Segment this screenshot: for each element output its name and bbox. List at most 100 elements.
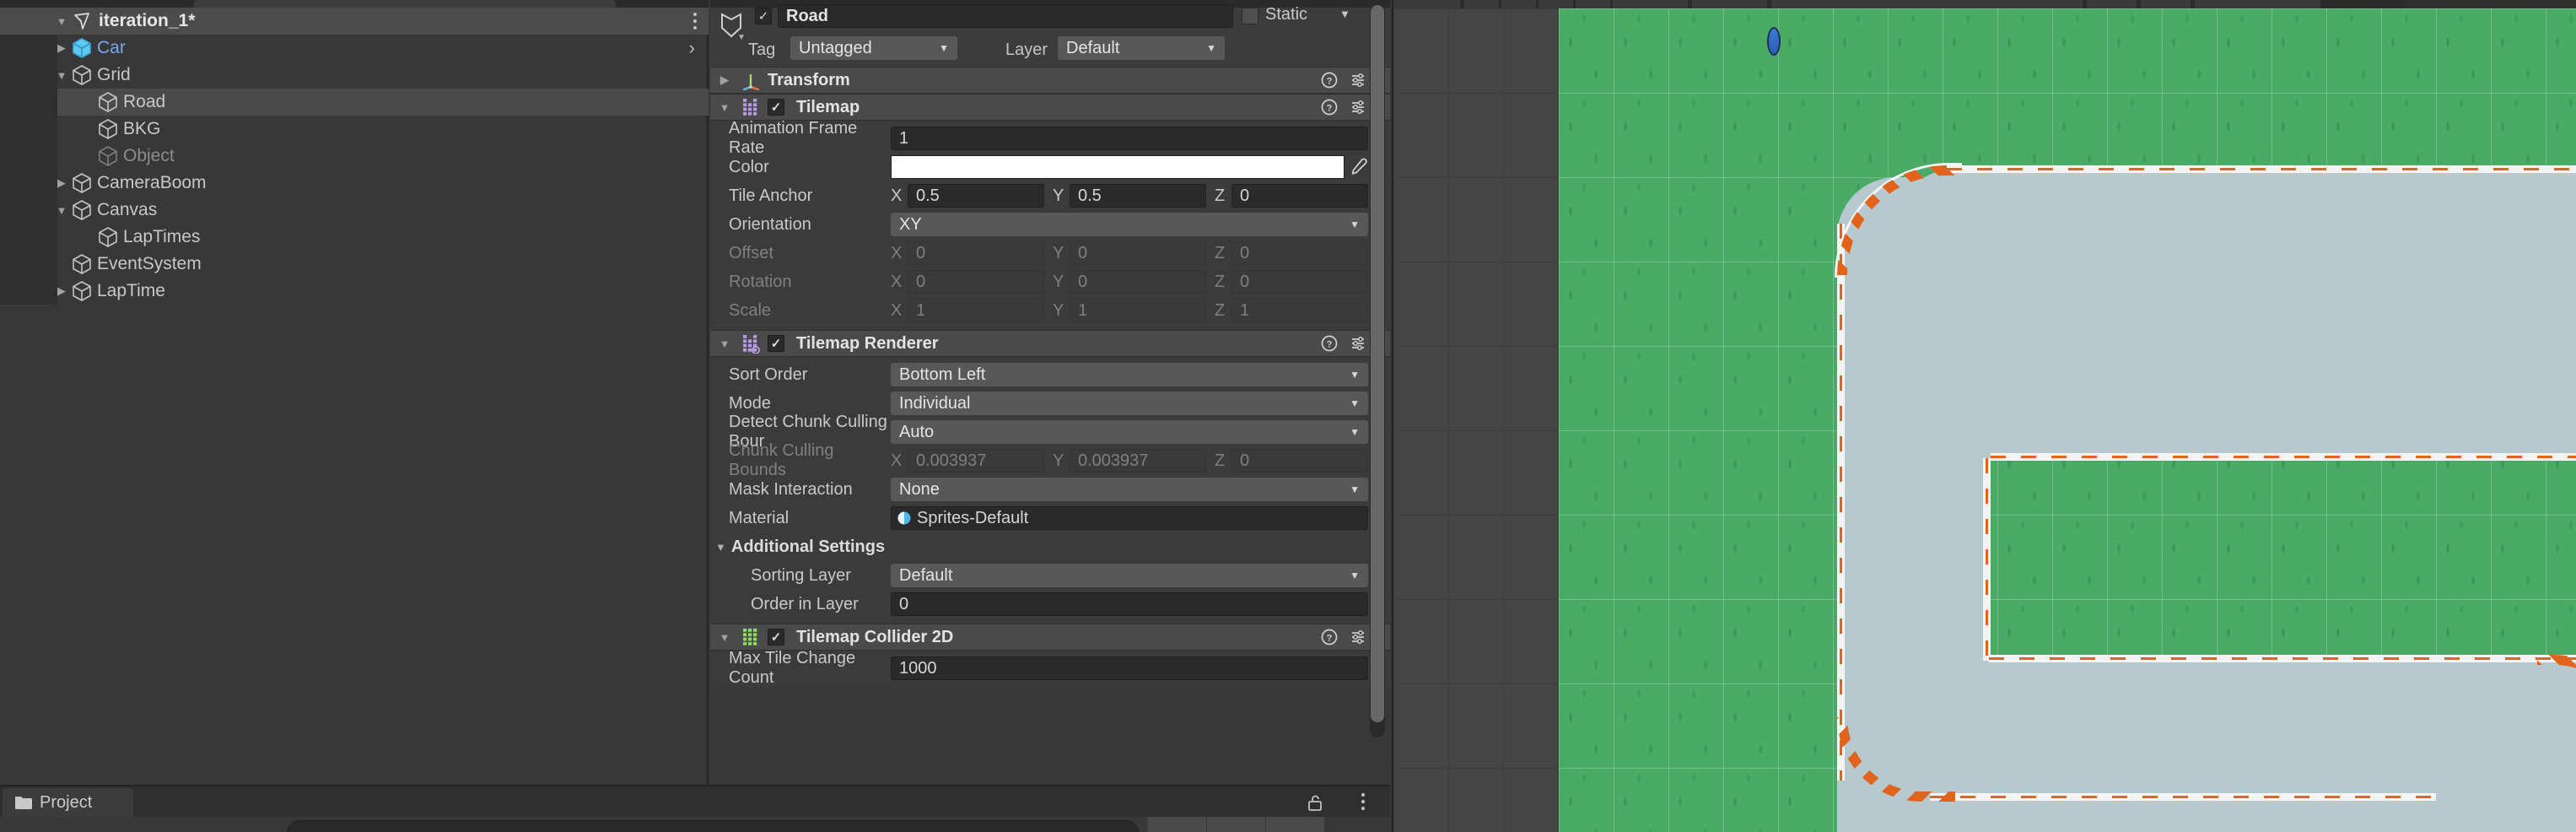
vector3-x-input[interactable]: 0 (908, 270, 1044, 294)
object-reference-field[interactable]: Sprites-Default (891, 506, 1384, 530)
scene-toolbar-seg-3[interactable] (1501, 0, 1537, 8)
layer-dropdown[interactable]: Default ▼ (1058, 36, 1225, 60)
hierarchy-item-iteration1[interactable]: iteration_1* (0, 8, 709, 35)
scene-toolbar-seg-8[interactable] (1771, 0, 2083, 8)
tab-project[interactable]: Project (3, 788, 133, 817)
additional-settings-foldout[interactable]: ▼ Additional Settings (710, 532, 1390, 561)
hierarchy-item-eventsystem[interactable]: EventSystem (0, 251, 709, 278)
chevron-down-icon[interactable] (715, 334, 734, 353)
component-enabled-checkbox[interactable]: ✓ (768, 629, 784, 646)
vector3-y-input[interactable]: 0 (1070, 270, 1206, 294)
hierarchy-item-object[interactable]: Object (0, 143, 709, 170)
text-input[interactable]: 1 (891, 127, 1368, 150)
hierarchy-item-cameraboom[interactable]: CameraBoom (0, 170, 709, 197)
gameobject-enabled-checkbox[interactable]: ✓ (755, 8, 772, 24)
hierarchy-item-grid[interactable]: Grid (0, 62, 709, 89)
hierarchy-item-laptime[interactable]: LapTime (0, 278, 709, 305)
scene-toolbar-seg-5[interactable] (1576, 0, 1611, 8)
scene-toolbar-seg-11[interactable] (2195, 0, 2321, 8)
eyedropper-icon[interactable] (1346, 155, 1370, 179)
vector3-y-input[interactable]: 0 (1070, 241, 1206, 265)
component-enabled-checkbox[interactable]: ✓ (768, 99, 784, 116)
vector3-x-input[interactable]: 0.5 (908, 184, 1044, 208)
project-panel[interactable]: Project (0, 785, 1390, 832)
vector3-y-input[interactable]: 1 (1070, 299, 1206, 322)
help-icon[interactable]: ? (1321, 72, 1338, 89)
chevron-down-icon[interactable] (52, 12, 71, 30)
scene-toolbar-seg-9[interactable] (2087, 0, 2137, 8)
hierarchy-scene-menu-kebab-icon[interactable] (693, 13, 697, 30)
preset-icon[interactable] (1350, 72, 1366, 89)
dropdown[interactable]: Individual ▼ (891, 392, 1368, 415)
hierarchy-tree[interactable]: iteration_1* Car › Grid Road BKG Object CameraB… (0, 8, 709, 305)
hierarchy-panel[interactable]: iteration_1* Car › Grid Road BKG Object CameraB… (0, 0, 709, 785)
hierarchy-item-road[interactable]: Road (0, 89, 709, 116)
component-header-transform[interactable]: Transform? (710, 67, 1390, 94)
chevron-down-icon[interactable] (715, 98, 734, 116)
dropdown[interactable]: Auto ▼ (891, 420, 1368, 444)
component-header-tilemap[interactable]: ✓ Tilemap? (710, 94, 1390, 121)
component-header-tilemap-collider-2d[interactable]: ✓ Tilemap Collider 2D? (710, 624, 1390, 651)
scene-toolbar-seg-12[interactable] (2406, 0, 2576, 8)
scene-canvas[interactable] (1393, 8, 2576, 832)
project-button-3[interactable] (1265, 817, 1324, 832)
help-icon[interactable]: ? (1321, 629, 1338, 646)
chevron-down-icon[interactable]: ▼ (715, 541, 726, 554)
dropdown[interactable]: Bottom Left ▼ (891, 363, 1368, 386)
chevron-right-icon[interactable] (715, 71, 734, 89)
preset-icon[interactable] (1350, 629, 1366, 646)
vector3-z-input[interactable]: 0 (1231, 241, 1368, 265)
vector3-x-input[interactable]: 1 (908, 299, 1044, 322)
hierarchy-item-laptimes[interactable]: LapTimes (0, 224, 709, 251)
vector3-z-input[interactable]: 1 (1231, 299, 1368, 322)
scene-view-toolbar[interactable] (1393, 0, 2576, 8)
vector3-z-input[interactable]: 0 (1231, 270, 1368, 294)
gameobject-cube-icon (71, 64, 93, 86)
hierarchy-item-bkg[interactable]: BKG (0, 116, 709, 143)
scene-toolbar-seg-4[interactable] (1539, 0, 1574, 8)
hierarchy-tab-stub[interactable] (194, 0, 616, 8)
scene-toolbar-seg-2[interactable] (1464, 0, 1500, 8)
help-icon[interactable]: ? (1321, 335, 1338, 352)
scene-view-panel[interactable] (1392, 0, 2576, 832)
vector3-z-input[interactable]: 0 (1231, 449, 1368, 473)
static-checkbox[interactable] (1242, 8, 1258, 24)
preset-icon[interactable] (1350, 335, 1366, 352)
dropdown[interactable]: Default ▼ (891, 564, 1368, 587)
scene-toolbar-seg-1[interactable] (1393, 0, 1461, 8)
vector3-y-input[interactable]: 0.003937 (1070, 449, 1206, 473)
lock-open-icon[interactable] (1306, 793, 1324, 812)
gameobject-name-input[interactable]: Road (778, 4, 1233, 28)
project-button-1[interactable] (1147, 817, 1206, 832)
car-position-marker[interactable] (1767, 27, 1781, 56)
help-icon[interactable]: ? (1321, 99, 1338, 116)
tag-layer-row: Tag Untagged ▼ Layer Default ▼ (710, 36, 1390, 65)
inspector-components[interactable]: Transform? ✓ Tilemap? Animation Frame Rate 1… (710, 67, 1390, 688)
scene-toolbar-seg-10[interactable] (2141, 0, 2191, 8)
component-enabled-checkbox[interactable]: ✓ (768, 335, 784, 352)
scene-toolbar-seg-6[interactable] (1613, 0, 1689, 8)
project-button-2[interactable] (1206, 817, 1265, 832)
hierarchy-item-canvas[interactable]: Canvas (0, 197, 709, 224)
inspector-panel[interactable]: ▼ ✓ Road Static ▼ Tag Untagged ▼ Layer D… (710, 0, 1390, 785)
preset-icon[interactable] (1350, 99, 1366, 116)
vector3-z-input[interactable]: 0 (1231, 184, 1368, 208)
scene-toolbar-seg-7[interactable] (1692, 0, 1768, 8)
hierarchy-item-car[interactable]: Car › (0, 35, 709, 62)
dropdown[interactable]: XY ▼ (891, 213, 1368, 236)
project-menu-kebab-icon[interactable] (1361, 793, 1365, 810)
dropdown[interactable]: None ▼ (891, 478, 1368, 501)
vector3-x-input[interactable]: 0 (908, 241, 1044, 265)
component-header-tilemap-renderer[interactable]: ✓ Tilemap Renderer? (710, 330, 1390, 357)
prefab-open-chevron-icon[interactable]: › (689, 39, 695, 57)
color-swatch[interactable] (891, 155, 1345, 179)
text-input[interactable]: 1000 (891, 656, 1368, 680)
text-input[interactable]: 0 (891, 592, 1368, 616)
chevron-down-icon[interactable] (715, 628, 734, 646)
vector3-x-input[interactable]: 0.003937 (908, 449, 1044, 473)
static-dropdown-caret-icon[interactable]: ▼ (1339, 8, 1350, 20)
project-search-input[interactable] (287, 820, 1139, 832)
inspector-scrollbar-thumb[interactable] (1371, 5, 1384, 722)
vector3-y-input[interactable]: 0.5 (1070, 184, 1206, 208)
tag-dropdown[interactable]: Untagged ▼ (790, 36, 957, 60)
